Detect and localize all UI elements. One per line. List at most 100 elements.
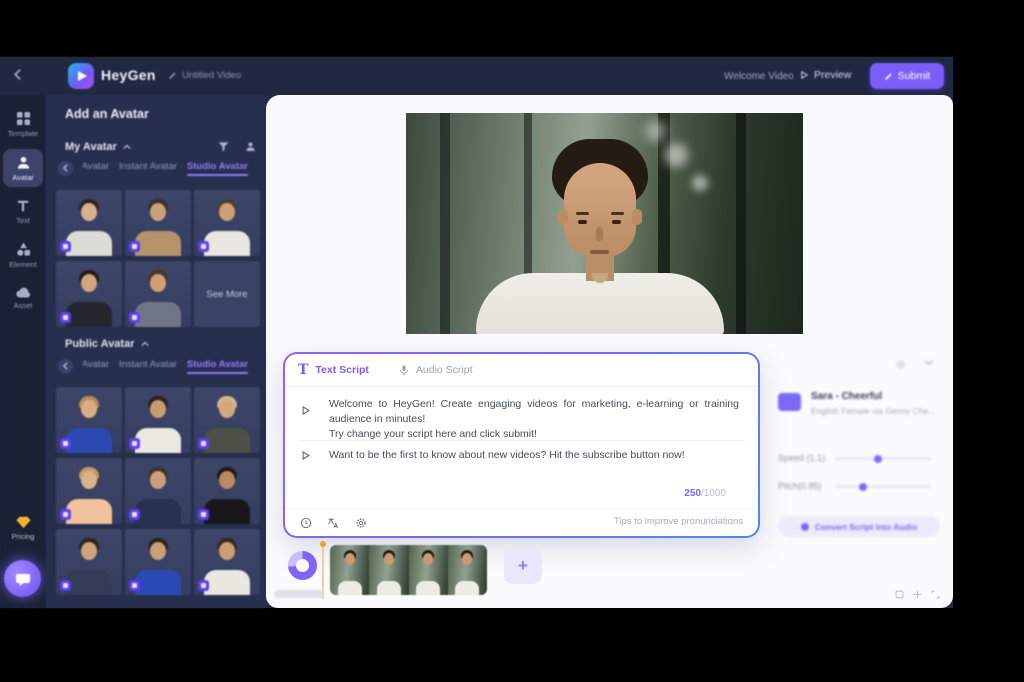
video-frame-strip[interactable] — [330, 545, 487, 595]
avatar-thumbnail[interactable] — [194, 387, 260, 453]
avatar-thumbnail[interactable] — [56, 529, 122, 595]
microphone-icon — [399, 364, 409, 377]
sidebar-item-label: Asset — [14, 301, 33, 310]
pronunciation-tips-link[interactable]: Tips to improve pronunciations — [614, 516, 743, 527]
avatar-thumbnail[interactable] — [125, 190, 191, 256]
back-arrow-icon[interactable] — [12, 68, 25, 81]
filter-icon[interactable] — [218, 141, 229, 152]
public-avatar-section-header[interactable]: Public Avatar — [65, 338, 149, 350]
submit-button[interactable]: Submit — [870, 63, 944, 89]
play-sentence-icon[interactable] — [300, 450, 311, 461]
avatar-badge-icon — [60, 509, 71, 520]
translate-icon[interactable] — [327, 517, 340, 529]
collapse-chevron-icon[interactable] — [924, 359, 934, 370]
person-icon[interactable] — [245, 141, 256, 152]
fit-view-icon[interactable] — [895, 590, 904, 599]
avatar-type-tab-studio-avatar[interactable]: Studio Avatar — [187, 359, 248, 374]
avatar-badge-icon — [198, 438, 209, 449]
avatar-badge-icon — [129, 438, 140, 449]
preview-button[interactable]: Preview — [799, 69, 851, 81]
avatar-type-tab-instant-avatar[interactable]: Instant Avatar — [119, 161, 177, 176]
avatar-thumbnail[interactable] — [194, 190, 260, 256]
settings-gear-icon[interactable] — [355, 517, 367, 529]
sidebar-item-text[interactable]: Text — [3, 193, 43, 230]
convert-script-button[interactable]: Convert Script into Audio — [778, 516, 940, 537]
avatar-thumbnail[interactable] — [125, 529, 191, 595]
timeline-frame — [369, 545, 408, 595]
avatar-thumbnail[interactable] — [125, 387, 191, 453]
avatar-thumbnail[interactable] — [56, 190, 122, 256]
script-block-2[interactable]: Want to be the first to know about new v… — [329, 448, 739, 463]
sidebar-item-template[interactable]: Template — [3, 105, 43, 143]
avatar-type-tab-avatar[interactable]: Avatar — [83, 161, 109, 176]
help-chat-button[interactable] — [4, 560, 41, 597]
chevron-up-icon — [123, 144, 131, 150]
pencil-icon — [168, 71, 177, 80]
avatar-thumbnail[interactable] — [125, 261, 191, 327]
sidebar-item-label: Template — [8, 129, 38, 138]
avatar-type-tab-instant-avatar[interactable]: Instant Avatar — [119, 359, 177, 374]
timeline-status-text — [274, 590, 324, 598]
sidebar-item-asset[interactable]: Asset — [3, 280, 43, 315]
video-preview[interactable] — [406, 113, 803, 334]
sidebar-item-pricing[interactable]: Pricing — [0, 515, 46, 541]
speed-slider-thumb[interactable] — [874, 455, 882, 463]
chat-icon — [15, 571, 31, 587]
tabs-scroll-left[interactable] — [58, 161, 73, 176]
avatar-icon — [16, 155, 31, 170]
add-scene-button[interactable]: + — [504, 548, 542, 584]
tab-text-script[interactable]: T Text Script — [298, 363, 369, 377]
avatar-badge-icon — [60, 241, 71, 252]
history-clock-icon[interactable] — [300, 517, 312, 529]
avatar-person — [406, 113, 803, 334]
avatar-badge-icon — [198, 509, 209, 520]
timeline-frame — [448, 545, 487, 595]
see-more-tile[interactable]: See More — [194, 261, 260, 327]
screenshot-stage: HeyGen Untitled Video Welcome Video Prev… — [0, 0, 1024, 682]
avatar-thumbnail[interactable] — [56, 387, 122, 453]
tabs-scroll-left[interactable] — [58, 359, 73, 374]
avatar-badge-icon — [129, 580, 140, 591]
tab-audio-script[interactable]: Audio Script — [399, 364, 473, 377]
script-tabs: T Text Script Audio Script — [285, 354, 758, 387]
pitch-slider-thumb[interactable] — [859, 483, 867, 491]
avatar-badge-icon — [129, 509, 140, 520]
avatar-thumbnail[interactable] — [56, 261, 122, 327]
brand-name: HeyGen — [101, 67, 156, 83]
chevron-up-icon — [141, 341, 149, 347]
my-avatar-tabs: Avatar Instant Avatar Studio Avatar — [58, 159, 248, 177]
element-icon — [16, 242, 31, 257]
play-sentence-icon[interactable] — [300, 405, 311, 416]
avatar-type-tab-studio-avatar[interactable]: Studio Avatar — [187, 161, 248, 176]
pitch-slider[interactable] — [835, 485, 931, 488]
zoom-in-icon[interactable] — [913, 590, 922, 599]
avatar-badge-icon — [198, 241, 209, 252]
timeline-frame — [409, 545, 448, 595]
section-tools — [218, 141, 256, 152]
avatar-thumbnail[interactable] — [125, 458, 191, 524]
rail-items: Template Avatar Text Element Asset — [0, 105, 46, 321]
left-icon-rail: Template Avatar Text Element Asset Pricing — [0, 95, 46, 608]
voice-settings-panel: Sara - Cheerful English Female via Genny… — [766, 357, 948, 542]
heygen-logo-icon[interactable] — [68, 63, 94, 89]
avatar-thumbnail[interactable] — [56, 458, 122, 524]
voice-settings-gear-icon[interactable] — [895, 359, 906, 370]
avatar-thumbnail[interactable] — [194, 529, 260, 595]
avatar-badge-icon — [60, 580, 71, 591]
pitch-label: Pitch(0.85) — [778, 481, 822, 491]
voice-description: English Female via Genny Che... — [811, 406, 941, 416]
fullscreen-icon[interactable] — [931, 590, 940, 599]
avatar-type-tab-avatar[interactable]: Avatar — [83, 359, 109, 374]
document-title[interactable]: Untitled Video — [168, 70, 241, 81]
script-block-1[interactable]: Welcome to HeyGen! Create engaging video… — [329, 397, 739, 442]
avatar-thumbnail[interactable] — [194, 458, 260, 524]
speed-slider[interactable] — [835, 457, 931, 460]
voice-name[interactable]: Sara - Cheerful — [811, 391, 882, 402]
sidebar-item-avatar[interactable]: Avatar — [3, 149, 43, 187]
my-avatar-section-header[interactable]: My Avatar — [65, 141, 131, 153]
public-avatar-grid — [56, 387, 260, 595]
voice-avatar-chip[interactable] — [778, 393, 801, 411]
scene-avatar-spinner[interactable] — [288, 551, 317, 580]
block-divider — [298, 440, 745, 441]
sidebar-item-element[interactable]: Element — [3, 236, 43, 274]
